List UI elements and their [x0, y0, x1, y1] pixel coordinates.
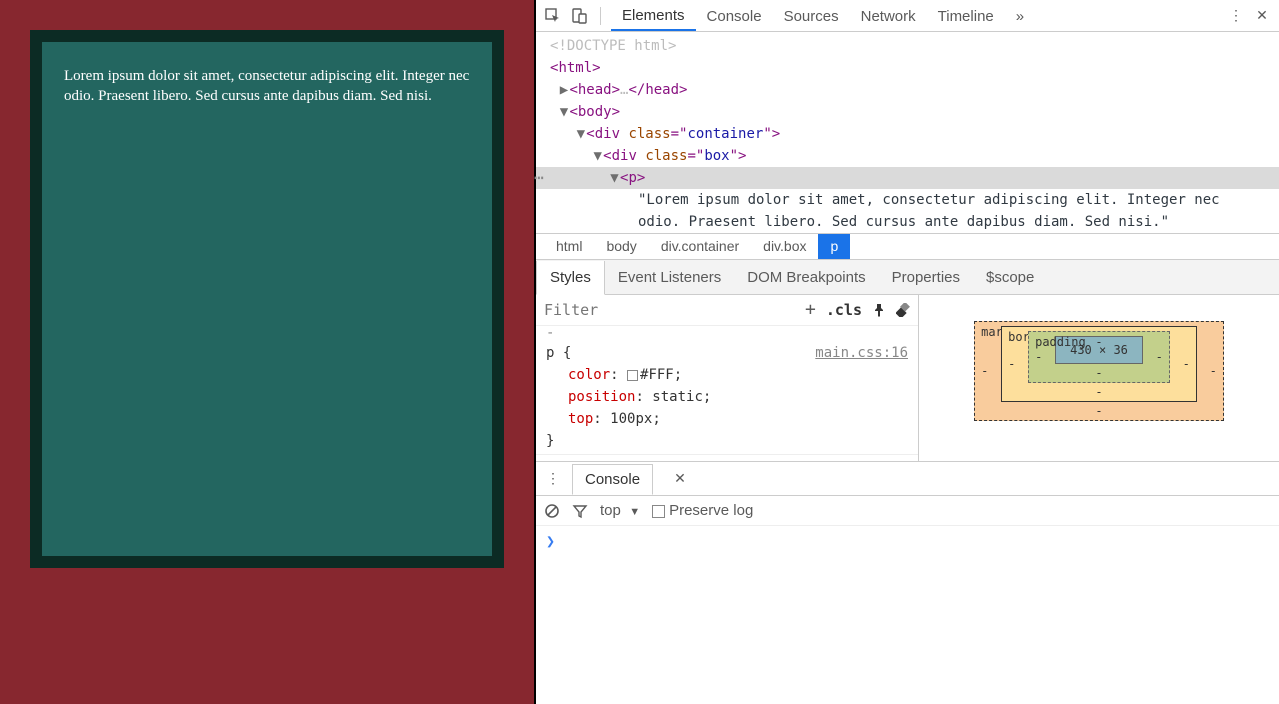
box-model[interactable]: margin 16 - - - border - - - - padding	[974, 321, 1224, 421]
rule-source-link[interactable]: main.css:16	[815, 342, 908, 364]
preserve-log-checkbox[interactable]: Preserve log	[652, 502, 753, 519]
breadcrumb-p[interactable]: p	[818, 234, 850, 259]
console-context[interactable]: top ▼	[600, 502, 640, 519]
tree-toggle-head[interactable]: ▶	[558, 79, 569, 101]
cls-toggle[interactable]: .cls	[826, 299, 862, 321]
devtools-toolbar: Elements Console Sources Network Timelin…	[536, 0, 1279, 32]
prop-position[interactable]: position: static;	[546, 386, 908, 408]
dom-doctype[interactable]: <!DOCTYPE html>	[550, 38, 676, 54]
console-drawer-bar: ⋮ Console ✕	[536, 462, 1279, 496]
tree-toggle-div1[interactable]: ▼	[575, 123, 586, 145]
dom-div-container[interactable]: <div class="container">	[586, 126, 780, 142]
tab-sources[interactable]: Sources	[773, 2, 850, 30]
dom-tree[interactable]: <!DOCTYPE html> <html> ▶<head>…</head> ▼…	[536, 32, 1279, 233]
tab-overflow[interactable]: »	[1005, 2, 1035, 30]
breadcrumb-body[interactable]: body	[594, 234, 648, 259]
clear-console-icon[interactable]	[544, 503, 560, 519]
subtab-properties[interactable]: Properties	[879, 261, 973, 294]
tab-console[interactable]: Console	[696, 2, 773, 30]
page-inner: Lorem ipsum dolor sit amet, consectetur …	[42, 42, 492, 556]
console-more-icon[interactable]: ⋮	[542, 468, 564, 490]
console-prompt[interactable]: ❯	[536, 526, 1279, 704]
more-icon[interactable]: ⋮	[1225, 5, 1247, 27]
console-drawer-tab[interactable]: Console	[572, 464, 653, 495]
tab-network[interactable]: Network	[850, 2, 927, 30]
breadcrumb-container[interactable]: div.container	[649, 234, 751, 259]
rendered-page: Lorem ipsum dolor sit amet, consectetur …	[0, 0, 536, 704]
styles-subtabs: Styles Event Listeners DOM Breakpoints P…	[536, 259, 1279, 295]
subtab-dom-breakpoints[interactable]: DOM Breakpoints	[734, 261, 878, 294]
console-filter-bar: top ▼ Preserve log	[536, 496, 1279, 526]
filter-icon[interactable]	[572, 503, 588, 519]
hov-icon[interactable]	[896, 303, 910, 317]
subtab-styles[interactable]: Styles	[536, 261, 605, 295]
tree-toggle-body[interactable]: ▼	[558, 101, 569, 123]
dom-p-text[interactable]: "Lorem ipsum dolor sit amet, consectetur…	[536, 189, 1279, 233]
page-paragraph[interactable]: Lorem ipsum dolor sit amet, consectetur …	[64, 66, 470, 107]
dom-head[interactable]: <head>	[569, 82, 620, 98]
box-model-panel: margin 16 - - - border - - - - padding	[919, 295, 1279, 461]
devtools-panel: Elements Console Sources Network Timelin…	[536, 0, 1279, 704]
dom-body[interactable]: <body>	[569, 104, 620, 120]
breadcrumb-box[interactable]: div.box	[751, 234, 818, 259]
inspect-icon[interactable]	[542, 5, 564, 27]
style-rule-ua[interactable]: user agent stylesheet p { display: block…	[536, 455, 918, 462]
device-icon[interactable]	[568, 5, 590, 27]
close-icon[interactable]: ✕	[1251, 5, 1273, 27]
subtab-event-listeners[interactable]: Event Listeners	[605, 261, 734, 294]
bm-margin-left: -	[981, 364, 988, 378]
new-rule-icon[interactable]: +	[805, 299, 816, 321]
style-rule-main[interactable]: main.css:16 p { color: #FFF; position: s…	[536, 340, 918, 455]
styles-rules: + .cls - main.css:16 p { color: #FFF; po…	[536, 295, 919, 461]
breadcrumb-html[interactable]: html	[544, 234, 594, 259]
prop-color[interactable]: color: #FFF;	[546, 364, 908, 386]
dom-breadcrumb: html body div.container div.box p	[536, 233, 1279, 259]
bm-margin-right: -	[1210, 364, 1217, 378]
page-box: Lorem ipsum dolor sit amet, consectetur …	[30, 30, 504, 568]
console-close-icon[interactable]: ✕	[669, 468, 691, 490]
devtools-tabs: Elements Console Sources Network Timelin…	[611, 0, 1035, 31]
tree-toggle-p[interactable]: ▼	[609, 167, 620, 189]
tree-toggle-div2[interactable]: ▼	[592, 145, 603, 167]
rule-close: }	[546, 430, 908, 452]
tab-elements[interactable]: Elements	[611, 1, 696, 31]
bm-margin-bottom: -	[1095, 404, 1102, 418]
color-swatch[interactable]	[627, 370, 638, 381]
styles-filter-input[interactable]	[544, 301, 795, 319]
styles-body: + .cls - main.css:16 p { color: #FFF; po…	[536, 295, 1279, 462]
dom-html-open[interactable]: <html>	[550, 60, 601, 76]
toolbar-divider	[600, 7, 601, 25]
dom-div-box[interactable]: <div class="box">	[603, 148, 746, 164]
pin-icon[interactable]	[872, 303, 886, 317]
tab-timeline[interactable]: Timeline	[927, 2, 1005, 30]
page-container: Lorem ipsum dolor sit amet, consectetur …	[0, 0, 534, 704]
bm-padding-label: padding	[1035, 335, 1086, 349]
subtab-scope[interactable]: $scope	[973, 261, 1047, 294]
prop-top[interactable]: top: 100px;	[546, 408, 908, 430]
styles-filter-row: + .cls	[536, 295, 918, 326]
dom-p[interactable]: <p>	[620, 170, 645, 186]
